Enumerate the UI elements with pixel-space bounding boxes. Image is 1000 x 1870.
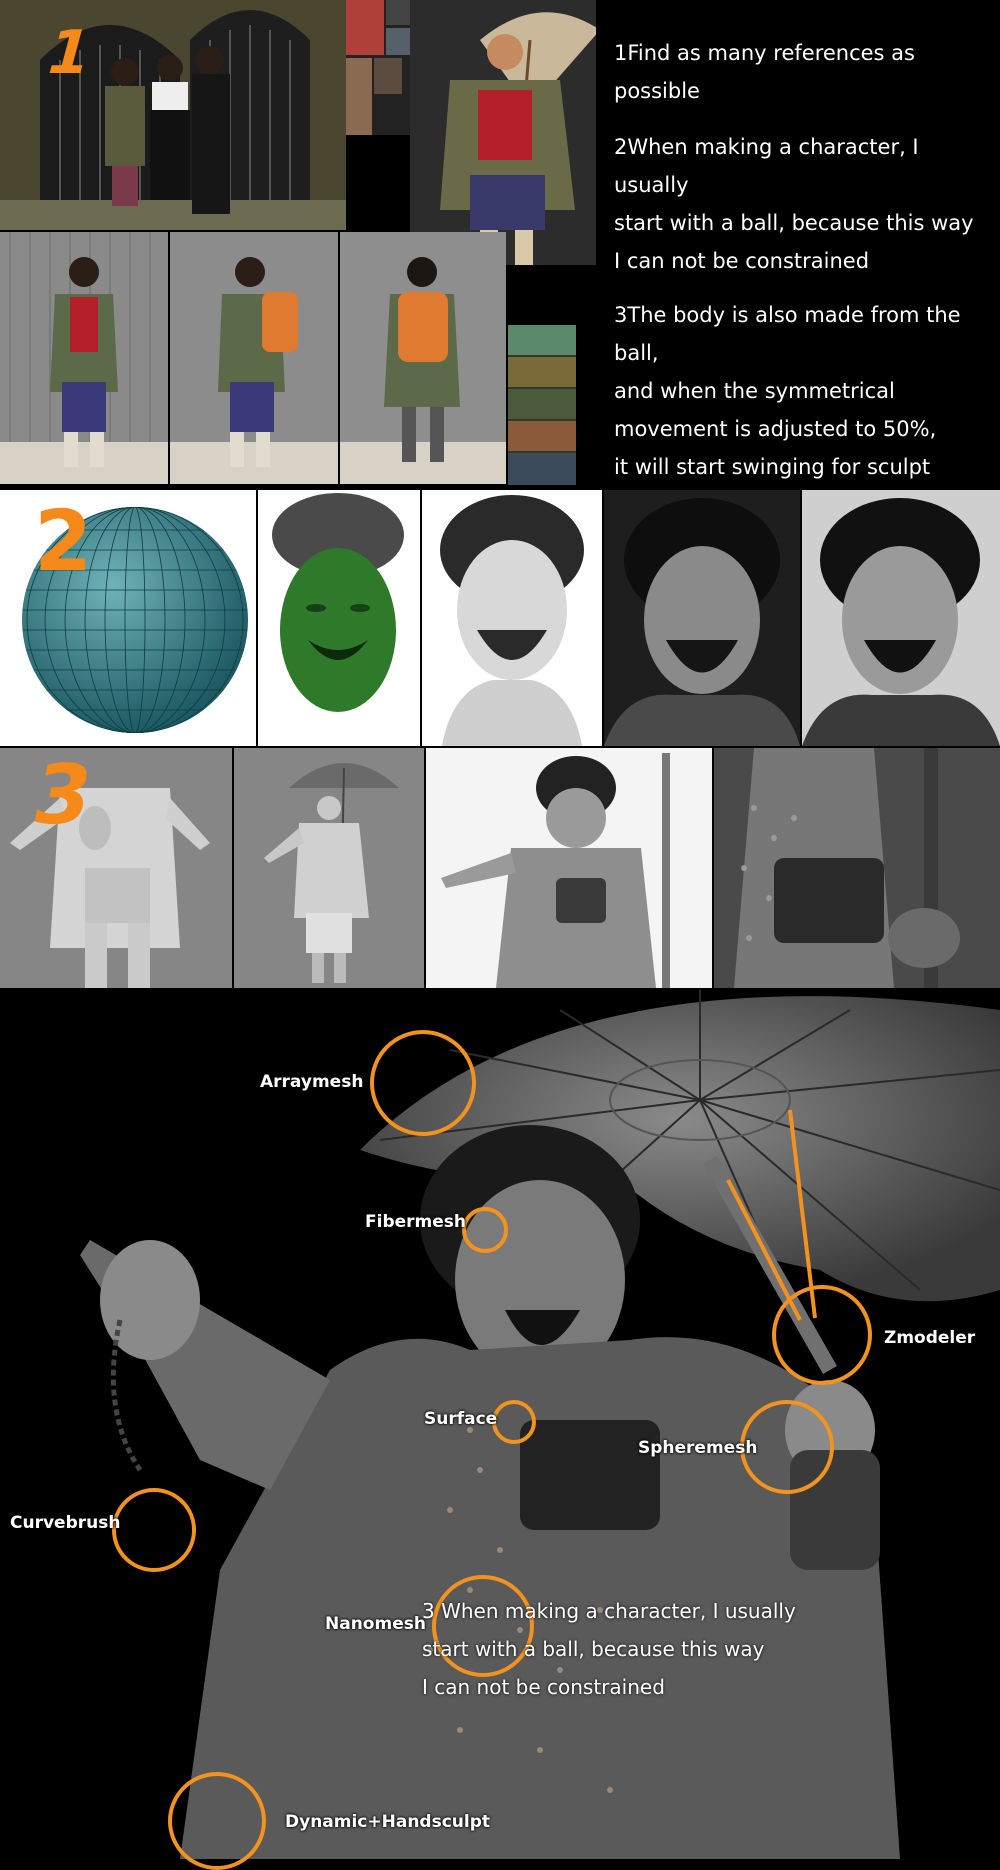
callout-ring-zmodeler xyxy=(772,1285,872,1385)
step2-line1: 2When making a character, I usually xyxy=(614,135,919,197)
step2-line3: I can not be constrained xyxy=(614,249,870,273)
step3-line4: it will start swinging for sculpt xyxy=(614,455,931,479)
render-head-2 xyxy=(802,490,1000,746)
callout-label-surface: Surface xyxy=(424,1409,498,1429)
callout-ring-curvebrush xyxy=(112,1488,196,1572)
body-blockout-panel xyxy=(0,748,232,988)
callout-label-arraymesh: Arraymesh xyxy=(260,1072,364,1092)
gray-head-panel xyxy=(422,490,602,746)
ref-collage-tall xyxy=(508,325,576,485)
body-detail-panel xyxy=(426,748,712,988)
ref-full-back xyxy=(340,232,506,484)
callout-ring-arraymesh xyxy=(370,1030,476,1136)
overlay-line2: start with a ball, because this way xyxy=(422,1637,765,1661)
callout-label-nanomesh: Nanomesh xyxy=(325,1614,426,1634)
step3-line1: 3The body is also made from the ball, xyxy=(614,303,961,365)
step3-line3: movement is adjusted to 50%, xyxy=(614,417,937,441)
step1-text: 1Find as many references as possible xyxy=(614,41,915,103)
overlay-text-block: 3 When making a character, I usually sta… xyxy=(422,1592,796,1706)
ref-full-side xyxy=(170,232,338,484)
step2-line2: start with a ball, because this way xyxy=(614,211,974,235)
step-number-two: 2 xyxy=(34,492,93,590)
callout-ring-surface xyxy=(492,1400,536,1444)
body-closeup-panel xyxy=(714,748,1000,988)
render-head-1 xyxy=(604,490,800,746)
callout-label-fibermesh: Fibermesh xyxy=(365,1212,466,1232)
callout-label-curvebrush: Curvebrush xyxy=(10,1513,121,1533)
step-text-block: 1Find as many references as possible 2Wh… xyxy=(614,34,994,486)
step3-line2: and when the symmetrical xyxy=(614,379,895,403)
ref-umbrella-photo xyxy=(410,0,596,265)
callout-label-spheremesh: Spheremesh xyxy=(638,1438,758,1458)
overlay-line3: I can not be constrained xyxy=(422,1675,665,1699)
green-head-panel xyxy=(258,490,420,746)
callout-label-zmodeler: Zmodeler xyxy=(884,1328,976,1348)
callout-ring-dynamic-handsculpt xyxy=(168,1772,266,1870)
callout-label-dynamic-handsculpt: Dynamic+Handsculpt xyxy=(285,1812,491,1832)
body-sculpt-panel xyxy=(234,748,424,988)
ref-full-front xyxy=(0,232,168,484)
overlay-line1: 3 When making a character, I usually xyxy=(422,1599,796,1623)
callout-ring-fibermesh xyxy=(462,1207,508,1253)
